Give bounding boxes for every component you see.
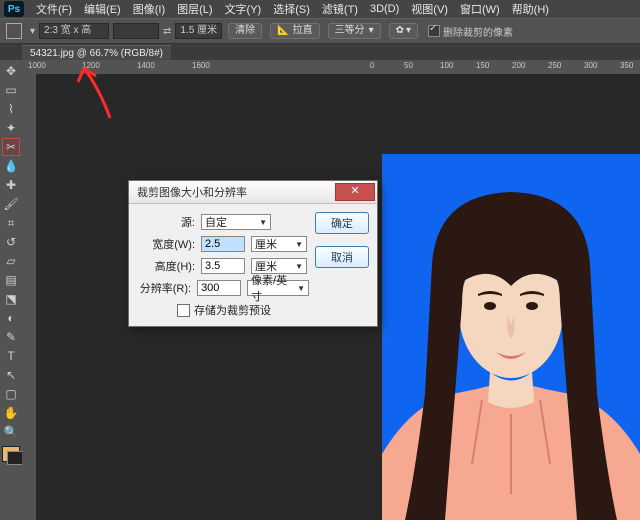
ruler-mark: 100 <box>440 61 453 70</box>
ruler-mark: 300 <box>584 61 597 70</box>
menu-view[interactable]: 视图(V) <box>407 0 452 18</box>
ruler-mark: 250 <box>548 61 561 70</box>
opt-width[interactable] <box>113 23 159 39</box>
res-unit-dropdown[interactable]: 像素/英寸▼ <box>247 280 309 296</box>
source-label: 源: <box>139 214 195 230</box>
width-label: 宽度(W): <box>139 236 195 252</box>
chevron-down-icon: ▼ <box>297 284 305 293</box>
ruler-horizontal: 1000 1200 1400 1600 0 50 100 150 200 250… <box>22 60 640 75</box>
tool-blur[interactable]: ⬔ <box>2 290 20 308</box>
dialog-title: 裁剪图像大小和分辨率 <box>137 184 247 200</box>
menu-filter[interactable]: 滤镜(T) <box>318 0 362 18</box>
ruler-mark: 50 <box>404 61 413 70</box>
ruler-mark: 1200 <box>82 61 100 70</box>
menu-file[interactable]: 文件(F) <box>32 0 76 18</box>
opt-clear[interactable]: 清除 <box>228 23 262 39</box>
res-label: 分辨率(R): <box>139 280 191 296</box>
ruler-mark: 1000 <box>28 61 46 70</box>
tool-path[interactable]: ↖ <box>2 366 20 384</box>
tool-lasso[interactable]: ⌇ <box>2 100 20 118</box>
height-label: 高度(H): <box>139 258 195 274</box>
width-input[interactable] <box>201 236 245 252</box>
menu-layer[interactable]: 图层(L) <box>173 0 216 18</box>
width-unit: 厘米 <box>255 236 277 252</box>
tool-eraser[interactable]: ▱ <box>2 252 20 270</box>
menu-3d[interactable]: 3D(D) <box>366 2 403 16</box>
ruler-mark: 1600 <box>192 61 210 70</box>
height-input[interactable] <box>201 258 245 274</box>
menu-select[interactable]: 选择(S) <box>269 0 314 18</box>
tool-zoom[interactable]: 🔍 <box>2 423 20 441</box>
source-value: 自定 <box>205 214 227 230</box>
tool-pen[interactable]: ✎ <box>2 328 20 346</box>
menu-help[interactable]: 帮助(H) <box>508 0 553 18</box>
dialog-close-button[interactable]: ✕ <box>335 183 375 201</box>
chevron-down-icon: ▼ <box>295 240 303 249</box>
document-tab[interactable]: 54321.jpg @ 66.7% (RGB/8#) <box>22 45 171 61</box>
toolbox: ✥ ▭ ⌇ ✦ ✂ 💧 ✚ 🖌 ⌗ ↺ ▱ ▤ ⬔ ◐ ✎ T ↖ ▢ ✋ 🔍 <box>0 60 23 520</box>
res-unit: 像素/英寸 <box>251 272 293 304</box>
opt-overlay-dd[interactable]: 三等分▾ <box>328 23 381 39</box>
tool-hand[interactable]: ✋ <box>2 404 20 422</box>
menu-edit[interactable]: 编辑(E) <box>80 0 125 18</box>
tool-wand[interactable]: ✦ <box>2 119 20 137</box>
tool-eyedrop[interactable]: 💧 <box>2 157 20 175</box>
res-input[interactable] <box>197 280 241 296</box>
tool-type[interactable]: T <box>2 347 20 365</box>
opt-delete-pixels-label: 删除裁剪的像素 <box>443 24 513 39</box>
tool-shape[interactable]: ▢ <box>2 385 20 403</box>
chevron-down-icon: ▼ <box>259 218 267 227</box>
opt-height[interactable]: 1.5 厘米 <box>175 23 222 39</box>
width-unit-dropdown[interactable]: 厘米 ▼ <box>251 236 307 252</box>
ruler-mark: 1400 <box>137 61 155 70</box>
dialog-ok-button[interactable]: 确定 <box>315 212 369 234</box>
opt-gear[interactable]: ✿▾ <box>389 23 418 39</box>
photo <box>382 154 640 520</box>
menu-text[interactable]: 文字(Y) <box>221 0 266 18</box>
portrait-svg <box>382 154 640 520</box>
opt-ratio[interactable]: 2:3 宽 x 高 <box>39 23 109 39</box>
crop-tool-icon <box>6 23 22 39</box>
tool-dodge[interactable]: ◐ <box>2 309 20 327</box>
tool-marquee[interactable]: ▭ <box>2 81 20 99</box>
app-logo: Ps <box>4 1 24 17</box>
save-preset-check[interactable] <box>177 304 190 317</box>
dialog-cancel-button[interactable]: 取消 <box>315 246 369 268</box>
tool-crop[interactable]: ✂ <box>2 138 20 156</box>
tool-move[interactable]: ✥ <box>2 62 20 80</box>
tool-gradient[interactable]: ▤ <box>2 271 20 289</box>
chevron-down-icon: ▼ <box>295 262 303 271</box>
gear-icon: ✿ <box>396 24 404 38</box>
source-dropdown[interactable]: 自定 ▼ <box>201 214 271 230</box>
swatch[interactable] <box>2 446 20 462</box>
opt-delete-pixels-check[interactable] <box>428 25 440 37</box>
tool-brush[interactable]: 🖌 <box>2 195 20 213</box>
ruler-vertical <box>22 74 37 520</box>
menu-window[interactable]: 窗口(W) <box>456 0 504 18</box>
opt-overlay-label: 三等分 <box>335 24 365 38</box>
tool-heal[interactable]: ✚ <box>2 176 20 194</box>
crop-dialog: 裁剪图像大小和分辨率 ✕ 确定 取消 源: 自定 ▼ 宽度(W): 厘米 ▼ <box>128 180 378 327</box>
opt-straighten-label: 拉直 <box>293 24 313 38</box>
ruler-icon: 📐 <box>277 24 289 38</box>
ruler-mark: 150 <box>476 61 489 70</box>
tool-history[interactable]: ↺ <box>2 233 20 251</box>
tool-stamp[interactable]: ⌗ <box>2 214 20 232</box>
menu-image[interactable]: 图像(I) <box>129 0 169 18</box>
ruler-mark: 350 <box>620 61 633 70</box>
ruler-mark: 0 <box>370 61 374 70</box>
opt-straighten[interactable]: 📐 拉直 <box>270 23 319 39</box>
save-preset-label: 存储为裁剪预设 <box>194 302 271 318</box>
ruler-mark: 200 <box>512 61 525 70</box>
